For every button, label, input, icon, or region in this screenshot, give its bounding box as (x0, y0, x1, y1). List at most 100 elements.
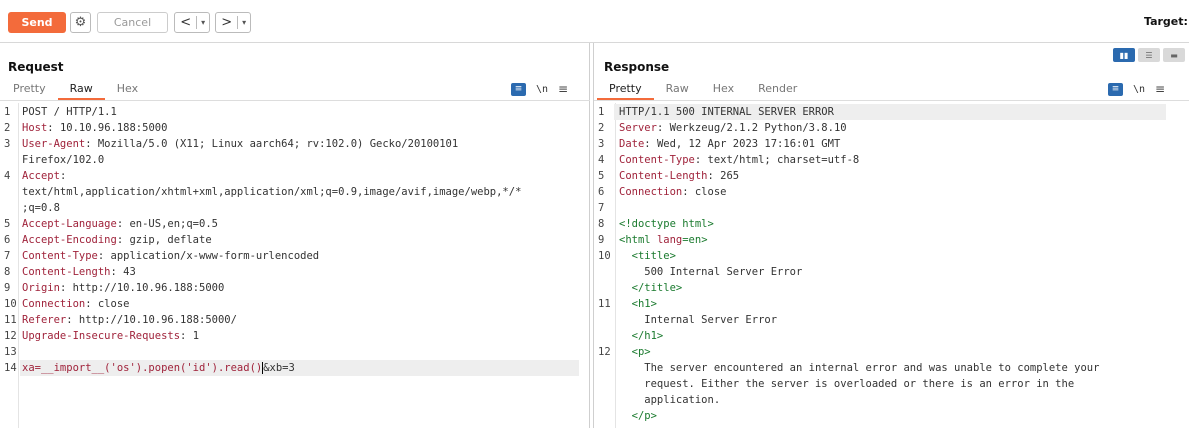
menu-icon[interactable]: ≡ (1155, 82, 1165, 96)
line-code: Connection: close (22, 296, 129, 312)
line-code: Server: Werkzeug/2.1.2 Python/3.8.10 (619, 120, 847, 136)
header-name: Origin (22, 282, 60, 294)
header-name: Content-Type (22, 250, 98, 262)
code-line: 9 <html lang=en> (594, 232, 1189, 248)
send-button[interactable]: Send (8, 12, 66, 33)
tab-pretty[interactable]: Pretty (597, 82, 654, 100)
line-code: The server encountered an internal error… (619, 360, 1099, 376)
back-button[interactable]: < (175, 15, 196, 30)
line-number: 6 (4, 234, 11, 246)
html-tag: </h1> (619, 330, 664, 342)
header-name: Upgrade-Insecure-Requests (22, 330, 181, 342)
target-label: Target: h (1144, 15, 1189, 28)
header-value: Internal Server Error (619, 314, 778, 326)
code-line: 10 <title> (594, 248, 1189, 264)
tabbed-layout-icon[interactable]: ▬ (1163, 48, 1185, 62)
cancel-button[interactable]: Cancel (97, 12, 168, 33)
code-line: 2 Host: 10.10.96.188:5000 (0, 120, 589, 136)
html-tag: </title> (619, 282, 683, 294)
split-horizontal-icon[interactable]: ▮▮ (1113, 48, 1135, 62)
tab-hex[interactable]: Hex (105, 82, 150, 100)
response-editor[interactable]: 1 HTTP/1.1 500 INTERNAL SERVER ERROR 2 Serv… (594, 103, 1189, 428)
menu-icon[interactable]: ≡ (558, 82, 568, 96)
header-value: Firefox/102.0 (22, 154, 105, 166)
line-code: <h1> (619, 296, 657, 312)
code-line: 8 <!doctype html> (594, 216, 1189, 232)
line-number: 11 (4, 314, 17, 326)
header-name: xa=__import__('os').popen('id').read() (22, 362, 263, 374)
line-number: 10 (4, 298, 17, 310)
line-number: 2 (598, 122, 605, 134)
html-tag: </p> (619, 410, 657, 422)
line-code: </title> (619, 280, 683, 296)
header-value: : close (682, 186, 727, 198)
header-value: : (59, 170, 67, 182)
header-name: Referer (22, 314, 67, 326)
header-name: Server (619, 122, 657, 134)
header-value: : 1 (180, 330, 200, 342)
code-line: 7 (594, 200, 1189, 216)
request-editor[interactable]: 1 POST / HTTP/1.1 2 Host: 10.10.96.188:5000… (0, 103, 589, 428)
code-line: ;q=0.8 (0, 200, 589, 216)
header-name: Accept (22, 170, 60, 182)
tab-render[interactable]: Render (746, 82, 809, 100)
line-number: 10 (598, 250, 611, 262)
back-dropdown-icon[interactable]: ▾ (197, 18, 209, 27)
code-line: 13 (0, 344, 589, 360)
line-number: 1 (4, 106, 11, 118)
split-vertical-icon[interactable]: ☰ (1138, 48, 1160, 62)
back-nav-group: < ▾ (174, 12, 210, 33)
tab-hex[interactable]: Hex (701, 82, 746, 100)
code-line: application. (594, 392, 1189, 408)
pretty-print-icon[interactable]: ≡ (511, 82, 526, 96)
line-code: Content-Type: text/html; charset=utf-8 (619, 152, 859, 168)
code-line: 8 Content-Length: 43 (0, 264, 589, 280)
line-code: Firefox/102.0 (22, 152, 104, 168)
pretty-print-icon[interactable]: ≡ (1108, 82, 1123, 96)
line-code: Connection: close (619, 184, 726, 200)
code-line: 3 Date: Wed, 12 Apr 2023 17:16:01 GMT (594, 136, 1189, 152)
line-code: POST / HTTP/1.1 (22, 104, 117, 120)
newline-toggle[interactable]: \n (1133, 84, 1145, 95)
line-code: Internal Server Error (619, 312, 777, 328)
code-line: </p> (594, 408, 1189, 424)
code-line: 12 Upgrade-Insecure-Requests: 1 (0, 328, 589, 344)
code-line: request. Either the server is overloaded… (594, 376, 1189, 392)
line-code: Accept-Encoding: gzip, deflate (22, 232, 212, 248)
header-name: Content-Length (619, 170, 708, 182)
line-code: Date: Wed, 12 Apr 2023 17:16:01 GMT (619, 136, 840, 152)
code-line: 6 Accept-Encoding: gzip, deflate (0, 232, 589, 248)
line-number: 2 (4, 122, 11, 134)
tab-raw[interactable]: Raw (654, 82, 701, 100)
line-number: 13 (4, 346, 17, 358)
code-line: 5 Accept-Language: en-US,en;q=0.5 (0, 216, 589, 232)
line-code: <p> (619, 344, 651, 360)
newline-toggle[interactable]: \n (536, 84, 548, 95)
line-code: Content-Length: 43 (22, 264, 136, 280)
code-line: 11 <h1> (594, 296, 1189, 312)
forward-button[interactable]: > (216, 15, 237, 30)
line-code: application. (619, 392, 720, 408)
line-number: 12 (4, 330, 17, 342)
settings-button[interactable]: ⚙ (70, 12, 91, 33)
line-number: 5 (598, 170, 605, 182)
line-code: <!doctype html> (619, 216, 714, 232)
forward-nav-group: > ▾ (215, 12, 251, 33)
line-code: Accept-Language: en-US,en;q=0.5 (22, 216, 218, 232)
line-code: User-Agent: Mozilla/5.0 (X11; Linux aarc… (22, 136, 458, 152)
code-line: 7 Content-Type: application/x-www-form-ur… (0, 248, 589, 264)
html-tag: <!doctype html> (619, 218, 714, 230)
forward-dropdown-icon[interactable]: ▾ (238, 18, 250, 27)
line-code: Upgrade-Insecure-Requests: 1 (22, 328, 199, 344)
code-line: 500 Internal Server Error (594, 264, 1189, 280)
code-line: 6 Connection: close (594, 184, 1189, 200)
tab-pretty[interactable]: Pretty (1, 82, 58, 100)
line-number: 8 (598, 218, 605, 230)
line-number: 7 (598, 202, 605, 214)
code-line: 1 HTTP/1.1 500 INTERNAL SERVER ERROR (594, 104, 1189, 120)
line-number: 6 (598, 186, 605, 198)
tab-raw[interactable]: Raw (57, 82, 105, 100)
line-number: 1 (598, 106, 605, 118)
line-code: <title> (619, 248, 676, 264)
code-line: 1 POST / HTTP/1.1 (0, 104, 589, 120)
